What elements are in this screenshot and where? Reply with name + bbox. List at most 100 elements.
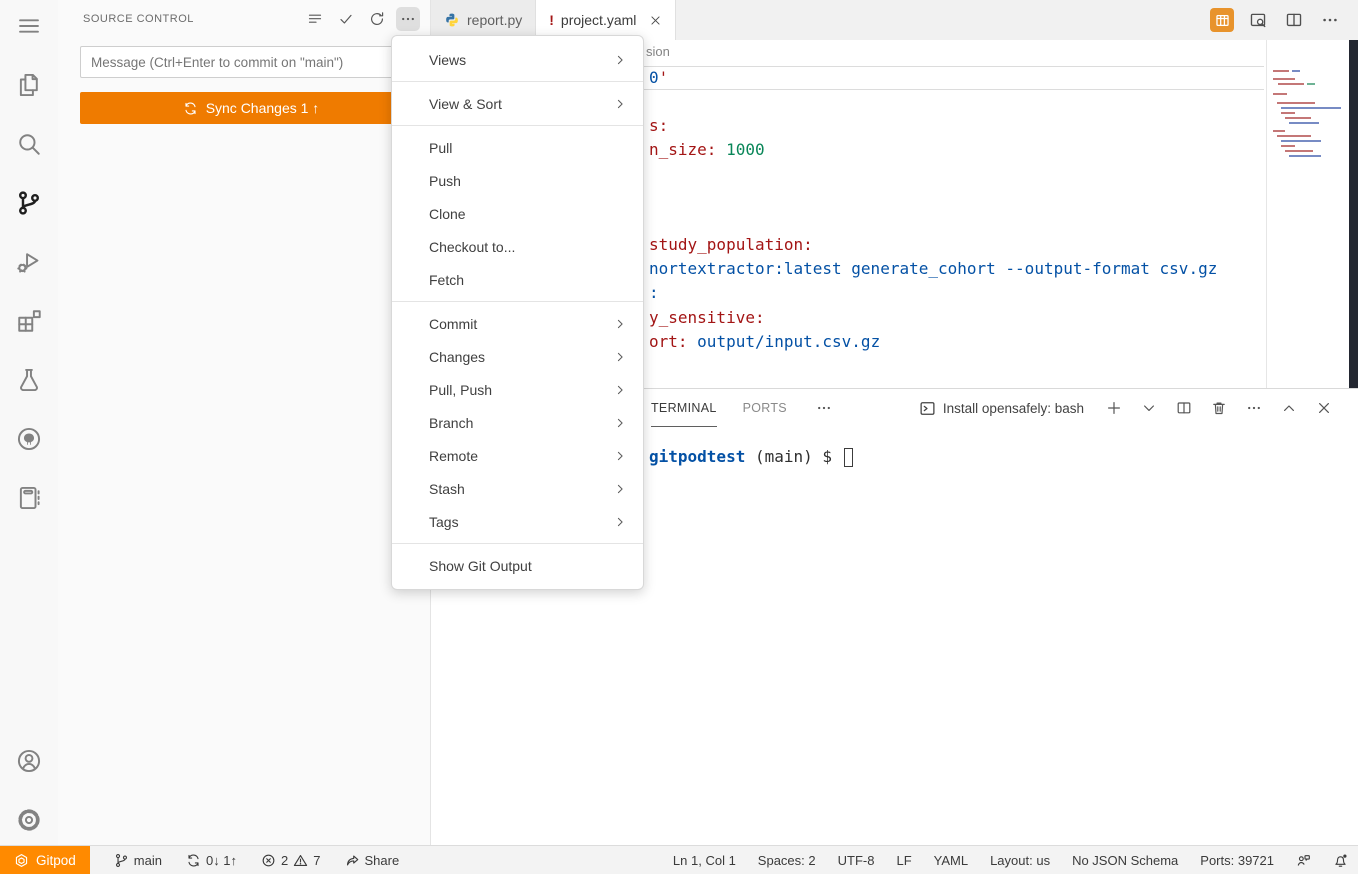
- status-problems[interactable]: 27: [261, 853, 320, 868]
- submenu-chevron-icon: [613, 416, 627, 430]
- menu-item-remote[interactable]: Remote: [392, 439, 643, 472]
- terminal-cursor: [844, 448, 853, 467]
- branch-icon: [114, 853, 129, 868]
- modified-badge: !: [549, 12, 554, 28]
- minimap[interactable]: [1266, 40, 1344, 388]
- github-icon: [16, 426, 42, 452]
- sync-icon: [186, 853, 201, 868]
- status-eol[interactable]: LF: [896, 853, 911, 868]
- menu-item-pull[interactable]: Pull: [392, 131, 643, 164]
- status-notifications[interactable]: [1333, 853, 1348, 868]
- menu-item-label: Tags: [429, 514, 459, 530]
- status-bar: Gitpod main 0↓ 1↑ 27 Share Ln 1, Col 1 Spaces…: [0, 845, 1358, 874]
- status-problems-label: 2: [281, 853, 288, 868]
- activity-bar-github[interactable]: [16, 426, 42, 452]
- status-keyboard-layout-label: Layout: us: [990, 853, 1050, 868]
- status-cursor-position[interactable]: Ln 1, Col 1: [673, 853, 736, 868]
- activity-bar-extensions[interactable]: [16, 308, 42, 334]
- menu-item-push[interactable]: Push: [392, 164, 643, 197]
- panel-title: SOURCE CONTROL: [83, 13, 194, 25]
- view-as-list-button[interactable]: [303, 7, 327, 31]
- activity-bar-search[interactable]: [16, 131, 42, 157]
- activity-bar-source-control[interactable]: [16, 190, 42, 216]
- submenu-chevron-icon: [613, 317, 627, 331]
- menu-item-changes[interactable]: Changes: [392, 340, 643, 373]
- menu-item-pull-push[interactable]: Pull, Push: [392, 373, 643, 406]
- split-terminal-button[interactable]: [1173, 397, 1195, 419]
- status-share[interactable]: Share: [345, 853, 400, 868]
- editor-more-actions-button[interactable]: [1318, 8, 1342, 32]
- refresh-icon: [369, 11, 385, 27]
- status-keyboard-layout[interactable]: Layout: us: [990, 853, 1050, 868]
- menu-item-show-git-output[interactable]: Show Git Output: [392, 549, 643, 582]
- panel-more-tabs-button[interactable]: [813, 397, 835, 419]
- new-terminal-button[interactable]: [1103, 397, 1125, 419]
- menu-item-views[interactable]: Views: [392, 43, 643, 76]
- submenu-chevron-icon: [613, 97, 627, 111]
- tab-label: project.yaml: [561, 12, 636, 28]
- open-preview-button[interactable]: [1246, 8, 1270, 32]
- minimap-line: [1292, 70, 1300, 72]
- search-icon: [16, 131, 42, 157]
- menu-item-clone[interactable]: Clone: [392, 197, 643, 230]
- split-editor-button[interactable]: [1282, 8, 1306, 32]
- tab-report.py[interactable]: report.py: [431, 0, 536, 40]
- panel-tab-ports[interactable]: PORTS: [743, 389, 787, 427]
- menu-item-label: View & Sort: [429, 96, 502, 112]
- tab-project.yaml[interactable]: ! project.yaml: [536, 0, 676, 40]
- terminal-task-label[interactable]: Install opensafely: bash: [919, 400, 1084, 417]
- status-branch-indicator[interactable]: main: [114, 853, 162, 868]
- menu-item-label: Fetch: [429, 272, 464, 288]
- status-feedback[interactable]: [1296, 853, 1311, 868]
- panel-tab-terminal[interactable]: TERMINAL: [651, 389, 717, 427]
- activity-bar-explorer[interactable]: [16, 72, 42, 98]
- status-sync-changes[interactable]: 0↓ 1↑: [186, 853, 237, 868]
- menu-item-stash[interactable]: Stash: [392, 472, 643, 505]
- menu-item-tags[interactable]: Tags: [392, 505, 643, 538]
- task-label: Install opensafely: bash: [943, 401, 1084, 416]
- activity-bar-testing[interactable]: [16, 367, 42, 393]
- status-json-schema[interactable]: No JSON Schema: [1072, 853, 1178, 868]
- status-ports[interactable]: Ports: 39721: [1200, 853, 1274, 868]
- activity-bar-account[interactable]: [16, 748, 42, 774]
- sync-changes-button[interactable]: Sync Changes 1 ↑: [80, 92, 422, 124]
- notebook-icon: [16, 485, 42, 511]
- status-cursor-position-label: Ln 1, Col 1: [673, 853, 736, 868]
- extensions-icon: [16, 308, 42, 334]
- more-actions-button[interactable]: [396, 7, 420, 31]
- menu-item-fetch[interactable]: Fetch: [392, 263, 643, 296]
- minimap-line: [1281, 107, 1341, 109]
- status-language-mode[interactable]: YAML: [934, 853, 968, 868]
- refresh-button[interactable]: [365, 7, 389, 31]
- ellipsis-icon: [1321, 11, 1339, 29]
- maximize-panel-button[interactable]: [1278, 397, 1300, 419]
- activity-bar-notebooks[interactable]: [16, 485, 42, 511]
- activity-bar-settings[interactable]: [16, 807, 42, 833]
- status-gitpod-remote[interactable]: Gitpod: [0, 846, 90, 874]
- close-tab-icon[interactable]: [649, 14, 662, 27]
- status-indentation[interactable]: Spaces: 2: [758, 853, 816, 868]
- menu-item-checkout-to-[interactable]: Checkout to...: [392, 230, 643, 263]
- close-icon: [1316, 400, 1332, 416]
- close-panel-button[interactable]: [1313, 397, 1335, 419]
- terminal-prompt[interactable]: gitpodtest (main) $: [649, 446, 853, 468]
- menu-item-label: Changes: [429, 349, 485, 365]
- commit-button[interactable]: [334, 7, 358, 31]
- prompt-segment: gitpodtest: [649, 446, 745, 468]
- commit-message-input[interactable]: [80, 46, 422, 78]
- menu-separator: [392, 301, 643, 302]
- terminal-picker-button[interactable]: [1138, 397, 1160, 419]
- menu-item-view-sort[interactable]: View & Sort: [392, 87, 643, 120]
- open-table-preview-button[interactable]: [1210, 8, 1234, 32]
- kill-terminal-button[interactable]: [1208, 397, 1230, 419]
- terminal-more-actions-button[interactable]: [1243, 397, 1265, 419]
- activity-bar-menu-toggle[interactable]: [16, 13, 42, 39]
- status-encoding[interactable]: UTF-8: [838, 853, 875, 868]
- activity-bar-run-debug[interactable]: [16, 249, 42, 275]
- split-icon: [1176, 400, 1192, 416]
- menu-item-commit[interactable]: Commit: [392, 307, 643, 340]
- menu-item-label: Stash: [429, 481, 465, 497]
- menu-item-branch[interactable]: Branch: [392, 406, 643, 439]
- ellipsis-icon: [816, 400, 832, 416]
- submenu-chevron-icon: [613, 449, 627, 463]
